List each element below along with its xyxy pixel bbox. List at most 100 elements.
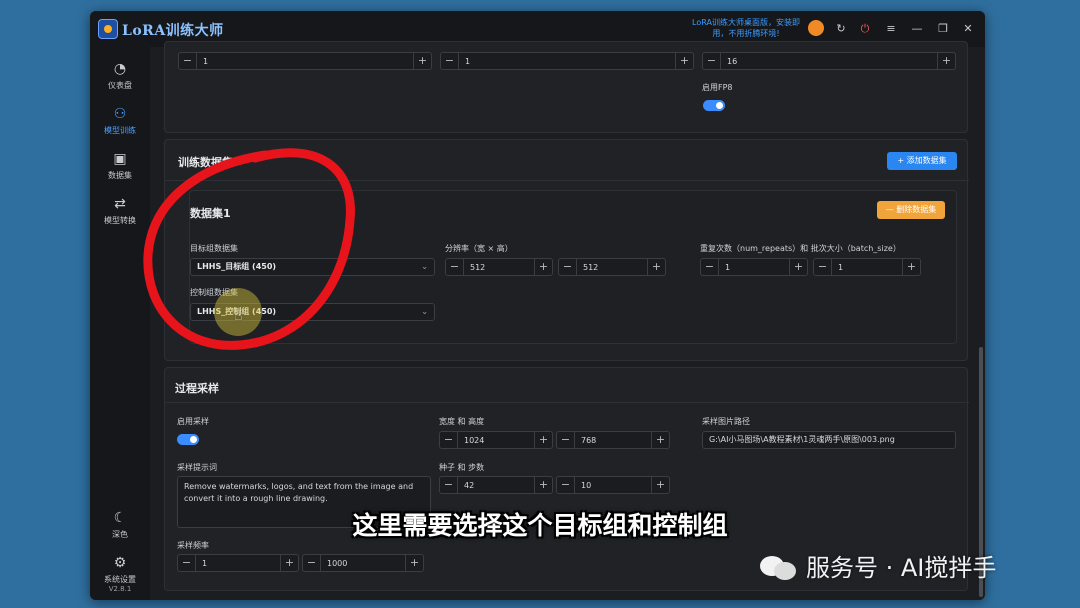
sample-width-stepper[interactable]: − 1024 + [439, 431, 553, 449]
sidebar-item-datasets[interactable]: ▣ 数据集 [90, 151, 150, 181]
repeats-stepper[interactable]: − 1 + [700, 258, 808, 276]
repeat-batch-label: 重复次数（num_repeats）和 批次大小（batch_size） [700, 244, 901, 253]
minus-button[interactable]: − [440, 477, 458, 493]
advanced-settings-card: − 1 + − 1 + − 16 + 启用FP8 [164, 41, 968, 133]
plus-button[interactable]: + [675, 53, 693, 69]
steps-stepper[interactable]: − 10 + [556, 476, 670, 494]
stepper-value[interactable]: 1 [832, 263, 902, 272]
plus-button[interactable]: + [413, 53, 431, 69]
minus-button[interactable]: − [178, 555, 196, 571]
stepper-value[interactable]: 1000 [321, 559, 405, 568]
minimize-icon[interactable]: — [908, 20, 926, 38]
stepper-value[interactable]: 512 [464, 263, 534, 272]
maximize-icon[interactable]: ❐ [934, 20, 952, 38]
target-dataset-label: 目标组数据集 [190, 244, 238, 253]
stepper-value[interactable]: 1024 [458, 436, 534, 445]
section-title: 过程采样 [175, 382, 219, 395]
seed-stepper[interactable]: − 42 + [439, 476, 553, 494]
stepper-value[interactable]: 1 [196, 559, 280, 568]
menu-icon[interactable]: ≡ [882, 20, 900, 38]
plus-button[interactable]: + [937, 53, 955, 69]
sidebar-item-label: 模型训练 [104, 126, 136, 135]
plus-button[interactable]: + [647, 259, 665, 275]
minus-button[interactable]: − [557, 477, 575, 493]
power-icon[interactable]: ⏻ [856, 20, 874, 38]
minus-button[interactable]: − [446, 259, 464, 275]
plus-button[interactable]: + [651, 477, 669, 493]
close-icon[interactable]: ✕ [959, 20, 977, 38]
sample-path-input[interactable]: G:\AI小马图场\A教程素材\1灵魂两手\原图\003.png [702, 431, 956, 449]
stepper-value[interactable]: 16 [721, 57, 937, 66]
sidebar-item-label: 模型转换 [104, 216, 136, 225]
sample-height-stepper[interactable]: − 768 + [556, 431, 670, 449]
sidebar-item-label: 仪表盘 [108, 81, 132, 90]
refresh-icon[interactable]: ↻ [832, 20, 850, 38]
select-value: LHHS_目标组 (450) [197, 262, 277, 271]
plus-button[interactable]: + [534, 432, 552, 448]
convert-icon: ⇄ [114, 196, 126, 212]
system-settings[interactable]: ⚙ 系统设置 [90, 555, 150, 585]
stepper-value[interactable]: 1 [719, 263, 789, 272]
sidebar-item-dashboard[interactable]: ◔ 仪表盘 [90, 61, 150, 91]
add-dataset-button[interactable]: + 添加数据集 [887, 152, 957, 170]
minus-button[interactable]: − [179, 53, 197, 69]
plus-button[interactable]: + [280, 555, 298, 571]
stepper-value[interactable]: 1 [197, 57, 413, 66]
plus-button[interactable]: + [534, 477, 552, 493]
chevron-down-icon: ⌄ [421, 262, 428, 271]
minus-button[interactable]: − [701, 259, 719, 275]
minus-button[interactable]: − [559, 259, 577, 275]
stepper-value[interactable]: 10 [575, 481, 651, 490]
resolution-width-stepper[interactable]: − 512 + [445, 258, 553, 276]
fp8-label: 启用FP8 [702, 83, 733, 92]
sidebar-item-model-convert[interactable]: ⇄ 模型转换 [90, 196, 150, 226]
delete-dataset-button[interactable]: — 删除数据集 [877, 201, 945, 219]
network-icon: ⚇ [113, 106, 127, 122]
sample-freq-stepper[interactable]: − 1 + [177, 554, 299, 572]
size-label: 宽度 和 高度 [439, 417, 485, 426]
hand-cursor-icon: ☝ [234, 308, 243, 324]
seed-steps-label: 种子 和 步数 [439, 463, 485, 472]
stepper-2[interactable]: − 1 + [440, 52, 694, 70]
chevron-down-icon: ⌄ [421, 307, 428, 316]
enable-sampling-toggle[interactable] [177, 434, 199, 445]
minus-button[interactable]: − [440, 432, 458, 448]
sidebar-item-model-training[interactable]: ⚇ 模型训练 [90, 106, 150, 136]
stepper-value[interactable]: 1 [459, 57, 675, 66]
minus-button[interactable]: − [703, 53, 721, 69]
stepper-3[interactable]: − 16 + [702, 52, 956, 70]
plus-button[interactable]: + [651, 432, 669, 448]
minus-button[interactable]: − [441, 53, 459, 69]
dataset-1-card: 数据集1 — 删除数据集 目标组数据集 LHHS_目标组 (450) ⌄ 控制组… [189, 190, 957, 344]
stepper-value[interactable]: 42 [458, 481, 534, 490]
prompt-label: 采样提示词 [177, 463, 217, 472]
images-icon: ▣ [113, 151, 127, 167]
stepper-value[interactable]: 768 [575, 436, 651, 445]
avatar-icon[interactable] [808, 20, 824, 36]
plus-button[interactable]: + [405, 555, 423, 571]
video-subtitle: 这里需要选择这个目标组和控制组 [352, 511, 728, 540]
stepper-1[interactable]: − 1 + [178, 52, 432, 70]
promo-notice[interactable]: LoRA训练大师桌面版，安装即用，不用折腾环境! [686, 17, 806, 39]
app-logo-icon [98, 19, 118, 39]
resolution-label: 分辨率（宽 × 高） [445, 244, 513, 253]
enable-sampling-label: 启用采样 [177, 417, 209, 426]
batch-size-stepper[interactable]: − 1 + [813, 258, 921, 276]
wechat-icon [760, 552, 798, 580]
sample-total-stepper[interactable]: − 1000 + [302, 554, 424, 572]
sample-path-label: 采样图片路径 [702, 417, 750, 426]
resolution-height-stepper[interactable]: − 512 + [558, 258, 666, 276]
plus-button[interactable]: + [789, 259, 807, 275]
section-title: 训练数据集 [178, 156, 233, 169]
fp8-toggle[interactable] [703, 100, 725, 111]
divider [165, 180, 969, 181]
stepper-value[interactable]: 512 [577, 263, 647, 272]
plus-button[interactable]: + [534, 259, 552, 275]
target-dataset-select[interactable]: LHHS_目标组 (450) ⌄ [190, 258, 435, 276]
minus-button[interactable]: − [303, 555, 321, 571]
watermark: 服务号 · AI搅拌手 [760, 548, 1060, 582]
plus-button[interactable]: + [902, 259, 920, 275]
minus-button[interactable]: − [814, 259, 832, 275]
minus-button[interactable]: − [557, 432, 575, 448]
dashboard-icon: ◔ [113, 61, 127, 77]
